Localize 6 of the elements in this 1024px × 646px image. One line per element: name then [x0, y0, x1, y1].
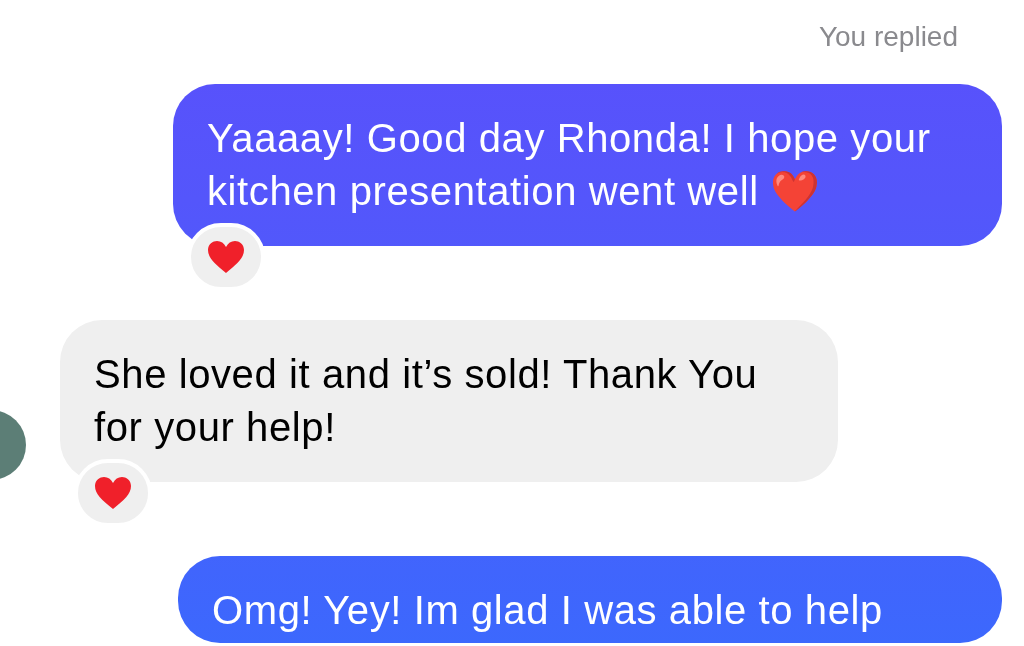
heart-icon — [207, 240, 245, 274]
status-label: You replied — [818, 20, 958, 54]
message-bubble: Yaaaay! Good day Rhonda! I hope your kitchen presentation went well ❤ — [173, 84, 1002, 246]
message-bubble: Omg! Yey! Im glad I was able to help — [178, 556, 1002, 643]
heart-icon — [94, 476, 132, 510]
message-bubble: She loved it and it’s sold! Thank You for your help! — [60, 320, 838, 482]
